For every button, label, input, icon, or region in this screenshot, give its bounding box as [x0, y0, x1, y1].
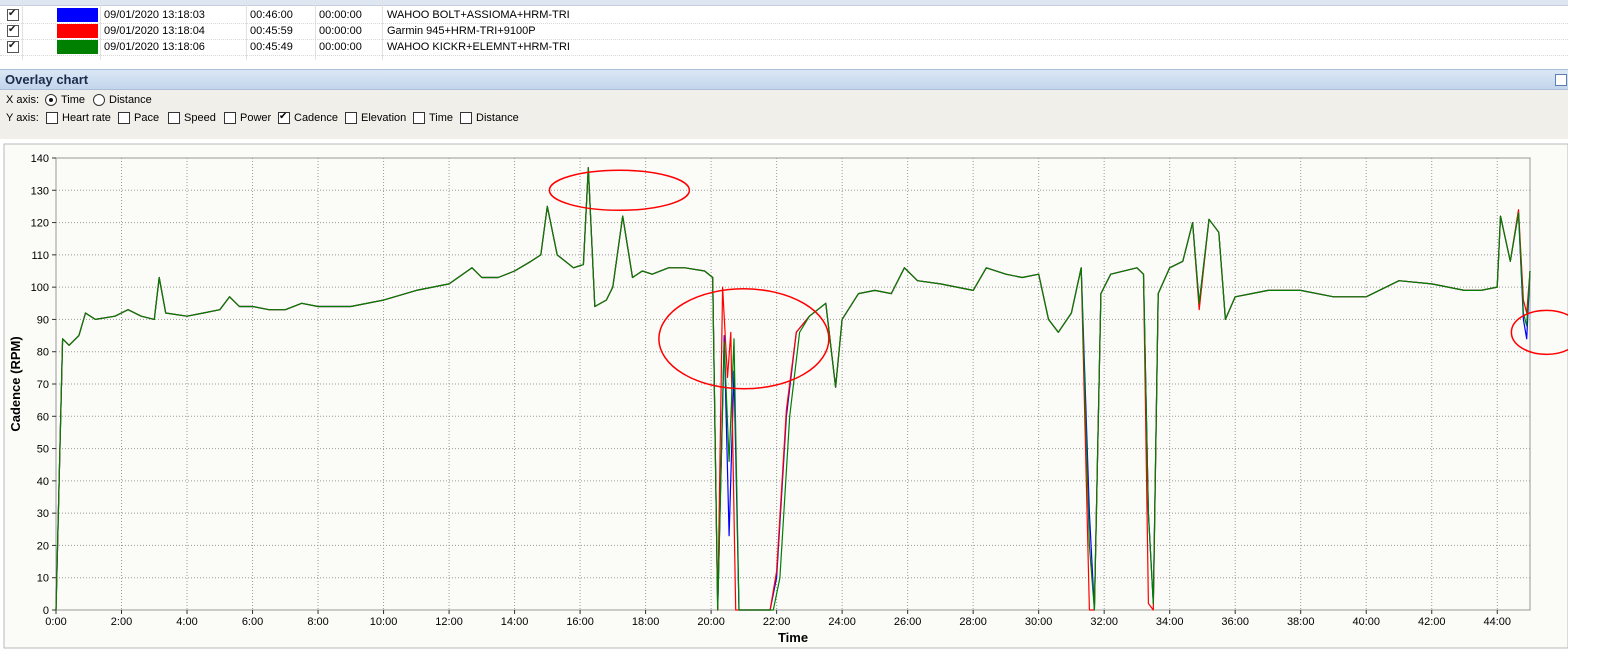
x-tick-label: 16:00 — [566, 616, 594, 628]
activity-start-time: 09/01/2020 13:18:04 — [104, 25, 205, 37]
activity-start-time: 09/01/2020 13:18:06 — [104, 41, 205, 53]
x-tick-label: 18:00 — [632, 616, 660, 628]
table-row[interactable]: ✔ 09/01/2020 13:18:04 00:45:59 00:00:00 … — [0, 23, 1568, 40]
checkbox-icon: ✔ — [278, 111, 290, 124]
x-tick-label: 24:00 — [828, 616, 856, 628]
checkbox-icon — [460, 112, 472, 124]
radio-icon — [93, 94, 105, 106]
x-tick-label: 34:00 — [1156, 616, 1184, 628]
activity-name: Garmin 945+HRM-TRI+9100P — [387, 25, 536, 37]
radio-label: Distance — [109, 94, 152, 106]
cadence-chart[interactable]: 0 10 20 30 40 50 60 70 80 90 100 110 120 130 140 0:00 2… — [0, 142, 1568, 650]
checkbox-icon — [168, 112, 180, 124]
x-tick-label: 0:00 — [45, 616, 66, 628]
activity-visible-checkbox[interactable]: ✔ — [7, 24, 19, 37]
x-axis-options: X axis: Time Distance — [0, 92, 1568, 108]
y-tick-label: 60 — [37, 411, 49, 423]
checkbox-label: Heart rate — [62, 112, 111, 124]
table-header-strip — [0, 0, 1568, 6]
x-tick-label: 12:00 — [435, 616, 463, 628]
overlay-chart-panel: Overlay chart X axis: Time Distance Y ax… — [0, 69, 1568, 139]
panel-title: Overlay chart — [5, 72, 89, 87]
series-color-swatch[interactable] — [57, 40, 98, 54]
y-tick-label: 80 — [37, 347, 49, 359]
activity-duration: 00:45:59 — [250, 25, 293, 37]
checkmark-icon: ✔ — [8, 24, 17, 35]
table-row[interactable]: ✔ 09/01/2020 13:18:06 00:45:49 00:00:00 … — [0, 39, 1568, 56]
activity-visible-checkbox[interactable]: ✔ — [7, 8, 19, 21]
activity-name: WAHOO KICKR+ELEMNT+HRM-TRI — [387, 41, 570, 53]
checkbox-icon — [345, 112, 357, 124]
y-tick-label: 20 — [37, 540, 49, 552]
checkbox-icon — [413, 112, 425, 124]
x-tick-label: 40:00 — [1352, 616, 1380, 628]
x-tick-label: 4:00 — [176, 616, 197, 628]
checkbox-icon — [46, 112, 58, 124]
radio-label: Time — [61, 94, 86, 106]
x-tick-label: 14:00 — [501, 616, 529, 628]
x-tick-label: 10:00 — [370, 616, 398, 628]
activity-name: WAHOO BOLT+ASSIOMA+HRM-TRI — [387, 9, 570, 21]
series-color-swatch[interactable] — [57, 24, 98, 38]
x-tick-label: 36:00 — [1221, 616, 1249, 628]
y-tick-label: 140 — [31, 153, 49, 165]
activity-duration: 00:45:49 — [250, 41, 293, 53]
x-tick-label: 30:00 — [1025, 616, 1053, 628]
x-tick-label: 32:00 — [1090, 616, 1118, 628]
series-color-swatch[interactable] — [57, 8, 98, 22]
checkbox-label: Elevation — [361, 112, 407, 124]
y-tick-label: 110 — [31, 250, 49, 262]
checkbox-label: Cadence — [294, 112, 339, 124]
y-tick-label: 90 — [37, 314, 49, 326]
y-axis-title: Cadence (RPM) — [8, 336, 23, 431]
x-tick-label: 8:00 — [307, 616, 328, 628]
y-tick-label: 100 — [31, 282, 49, 294]
checkbox-icon — [224, 112, 236, 124]
activity-table: ✔ 09/01/2020 13:18:03 00:46:00 00:00:00 … — [0, 0, 1568, 60]
y-axis-options: Y axis: Heart rate Pace Speed Power ✔ Ca… — [0, 110, 1568, 126]
x-tick-label: 2:00 — [111, 616, 132, 628]
checkmark-icon: ✔ — [8, 8, 17, 19]
activity-offset: 00:00:00 — [319, 41, 362, 53]
activity-duration: 00:46:00 — [250, 9, 293, 21]
checkbox-label: Distance — [476, 112, 519, 124]
radio-icon — [45, 94, 57, 106]
y-tick-label: 120 — [31, 218, 49, 230]
activity-offset: 00:00:00 — [319, 9, 362, 21]
x-axis-title: Time — [778, 630, 808, 645]
panel-header: Overlay chart — [0, 69, 1568, 90]
checkbox-label: Power — [240, 112, 272, 124]
table-row[interactable]: ✔ 09/01/2020 13:18:03 00:46:00 00:00:00 … — [0, 7, 1568, 24]
checkbox-icon — [118, 112, 130, 124]
activity-visible-checkbox[interactable]: ✔ — [7, 40, 19, 53]
checkbox-label: Pace — [134, 112, 160, 124]
checkmark-icon: ✔ — [8, 40, 17, 51]
checkmark-icon: ✔ — [279, 111, 288, 122]
checkbox-label: Time — [429, 112, 454, 124]
x-tick-label: 26:00 — [894, 616, 922, 628]
y-tick-label: 10 — [37, 573, 49, 585]
x-tick-label: 6:00 — [242, 616, 263, 628]
y-tick-label: 30 — [37, 508, 49, 520]
panel-restore-button[interactable] — [1555, 74, 1567, 86]
x-tick-label: 20:00 — [697, 616, 725, 628]
x-tick-label: 22:00 — [763, 616, 791, 628]
checkbox-label: Speed — [184, 112, 216, 124]
x-tick-label: 42:00 — [1418, 616, 1446, 628]
y-tick-label: 70 — [37, 379, 49, 391]
y-axis-label: Y axis: — [6, 112, 39, 124]
activity-start-time: 09/01/2020 13:18:03 — [104, 9, 205, 21]
y-tick-label: 50 — [37, 444, 49, 456]
x-tick-label: 28:00 — [959, 616, 987, 628]
y-tick-label: 130 — [31, 185, 49, 197]
chart-canvas[interactable]: 0102030405060708090100110120130140 0:00 2… — [0, 142, 1568, 650]
activity-offset: 00:00:00 — [319, 25, 362, 37]
x-axis-label: X axis: — [6, 94, 40, 106]
x-tick-label: 38:00 — [1287, 616, 1315, 628]
x-tick-label: 44:00 — [1483, 616, 1511, 628]
y-tick-label: 40 — [37, 476, 49, 488]
